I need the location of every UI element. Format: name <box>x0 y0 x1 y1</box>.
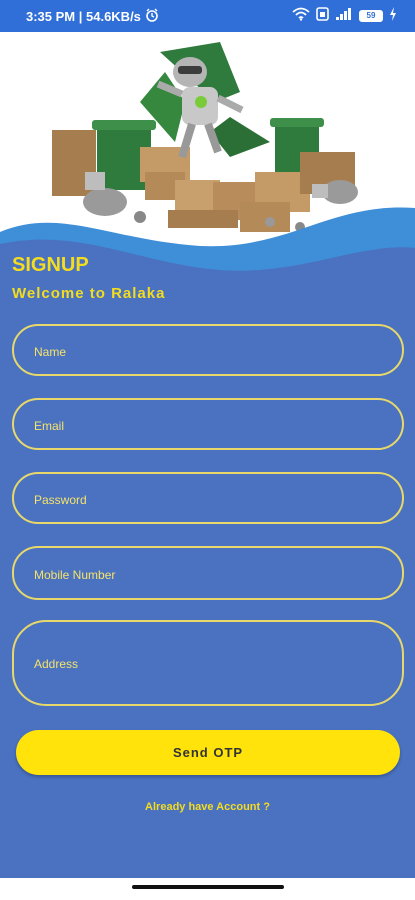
password-placeholder: Password <box>34 493 87 507</box>
send-otp-button[interactable]: Send OTP <box>16 730 400 775</box>
email-field[interactable]: Email <box>12 398 404 450</box>
email-placeholder: Email <box>34 419 65 433</box>
battery-icon: 59 <box>359 9 383 22</box>
mobile-number-field[interactable]: Mobile Number <box>12 546 404 600</box>
mobile-placeholder: Mobile Number <box>34 568 116 582</box>
name-placeholder: Name <box>34 345 67 359</box>
navigation-bar <box>0 878 415 900</box>
status-bar: 3:35 PM | 54.6KB/s 59 <box>0 0 415 32</box>
address-placeholder: Address <box>34 657 79 671</box>
address-field[interactable]: Address <box>12 620 404 706</box>
name-field[interactable]: Name <box>12 324 404 376</box>
signal-icon <box>335 7 353 24</box>
status-time-speed: 3:35 PM | 54.6KB/s <box>26 9 141 24</box>
hero-illustration <box>0 32 415 282</box>
status-left: 3:35 PM | 54.6KB/s <box>26 8 159 25</box>
sim-icon <box>316 7 329 24</box>
welcome-subtitle: Welcome to Ralaka <box>12 285 166 302</box>
charging-icon <box>389 7 397 24</box>
password-field[interactable]: Password <box>12 472 404 524</box>
battery-level: 59 <box>366 11 376 20</box>
alarm-icon <box>145 8 159 25</box>
already-have-account-link[interactable]: Already have Account ? <box>0 801 415 813</box>
status-right: 59 <box>292 7 397 24</box>
home-gesture-handle[interactable] <box>132 885 284 889</box>
recycling-robot-illustration <box>0 42 415 282</box>
wifi-icon <box>292 7 310 24</box>
page-title: SIGNUP <box>12 254 89 276</box>
